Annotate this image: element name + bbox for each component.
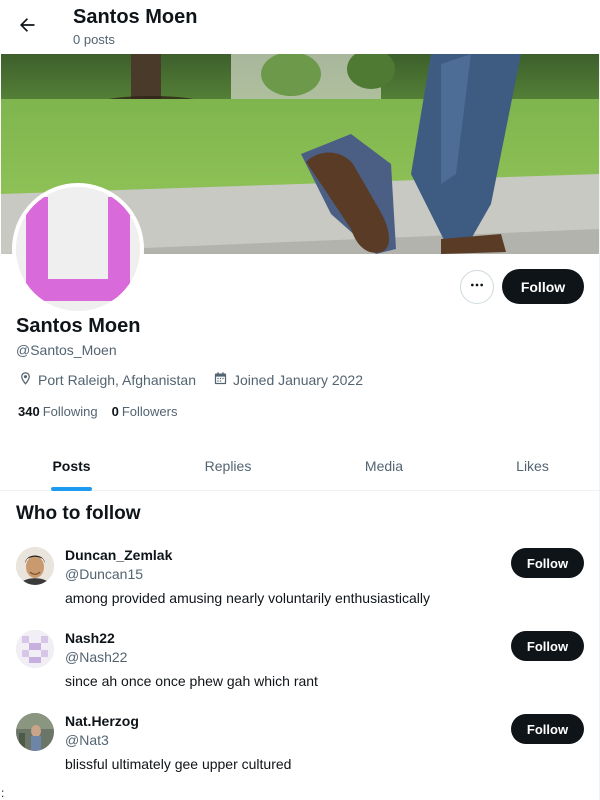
profile-avatar[interactable]	[12, 183, 144, 315]
header-post-count: 0 posts	[73, 32, 115, 47]
follow-button[interactable]: Follow	[502, 269, 584, 304]
tab-media[interactable]: Media	[313, 440, 455, 491]
active-tab-indicator	[51, 487, 92, 491]
profile-name: Santos Moen	[16, 315, 141, 337]
profile-page: Santos Moen 0 posts Follow Santos Moen @…	[0, 0, 600, 800]
suggestion-bio: since ah once once phew gah which rant	[65, 673, 318, 689]
suggestion-item[interactable]: Duncan_Zemlak @Duncan15 among provided a…	[0, 547, 600, 630]
followers-link[interactable]: 0 Followers	[112, 404, 178, 419]
tab-posts[interactable]: Posts	[0, 440, 143, 491]
suggestion-handle: @Nash22	[65, 649, 128, 665]
suggestion-name[interactable]: Duncan_Zemlak	[65, 547, 172, 563]
profile-handle: @Santos_Moen	[16, 342, 117, 358]
profile-tabs: Posts Replies Media Likes	[0, 440, 600, 491]
suggestion-handle: @Duncan15	[65, 566, 144, 582]
more-options-button[interactable]	[460, 270, 494, 304]
suggestion-item[interactable]: Nat.Herzog @Nat3 blissful ultimately gee…	[0, 713, 600, 796]
suggestion-item[interactable]: Nash22 @Nash22 since ah once once phew g…	[0, 630, 600, 713]
suggestion-follow-button[interactable]: Follow	[511, 714, 584, 744]
profile-joined: Joined January 2022	[213, 371, 363, 389]
profile-location: Port Raleigh, Afghanistan	[18, 371, 196, 389]
suggestion-name[interactable]: Nat.Herzog	[65, 713, 139, 729]
followers-label: Followers	[121, 404, 178, 419]
following-label: Following	[42, 404, 98, 419]
follow-stats: 340 Following 0 Followers	[18, 404, 191, 419]
back-button[interactable]	[10, 10, 44, 44]
tab-likes[interactable]: Likes	[455, 440, 600, 491]
top-bar: Santos Moen 0 posts	[0, 0, 600, 53]
header-title: Santos Moen	[73, 6, 198, 28]
tab-replies[interactable]: Replies	[143, 440, 313, 491]
suggestion-avatar[interactable]	[16, 630, 54, 668]
suggestion-follow-button[interactable]: Follow	[511, 631, 584, 661]
calendar-icon	[213, 371, 233, 389]
arrow-left-icon	[17, 15, 37, 40]
suggestion-bio: among provided amusing nearly voluntaril…	[65, 590, 430, 606]
suggestion-avatar[interactable]	[16, 547, 54, 585]
suggestion-handle: @Nat3	[65, 732, 109, 748]
who-to-follow-heading: Who to follow	[16, 503, 141, 524]
more-horizontal-icon	[469, 277, 485, 298]
stray-text: :	[1, 786, 5, 800]
suggestion-bio: blissful ultimately gee upper cultured	[65, 756, 292, 772]
suggestion-avatar[interactable]	[16, 713, 54, 751]
location-pin-icon	[18, 371, 38, 389]
joined-text: Joined January 2022	[233, 372, 363, 388]
suggestion-name[interactable]: Nash22	[65, 630, 115, 646]
suggestion-follow-button[interactable]: Follow	[511, 548, 584, 578]
following-count: 340	[18, 404, 40, 419]
following-link[interactable]: 340 Following	[18, 404, 98, 419]
followers-count: 0	[111, 404, 119, 419]
location-text: Port Raleigh, Afghanistan	[38, 372, 196, 388]
